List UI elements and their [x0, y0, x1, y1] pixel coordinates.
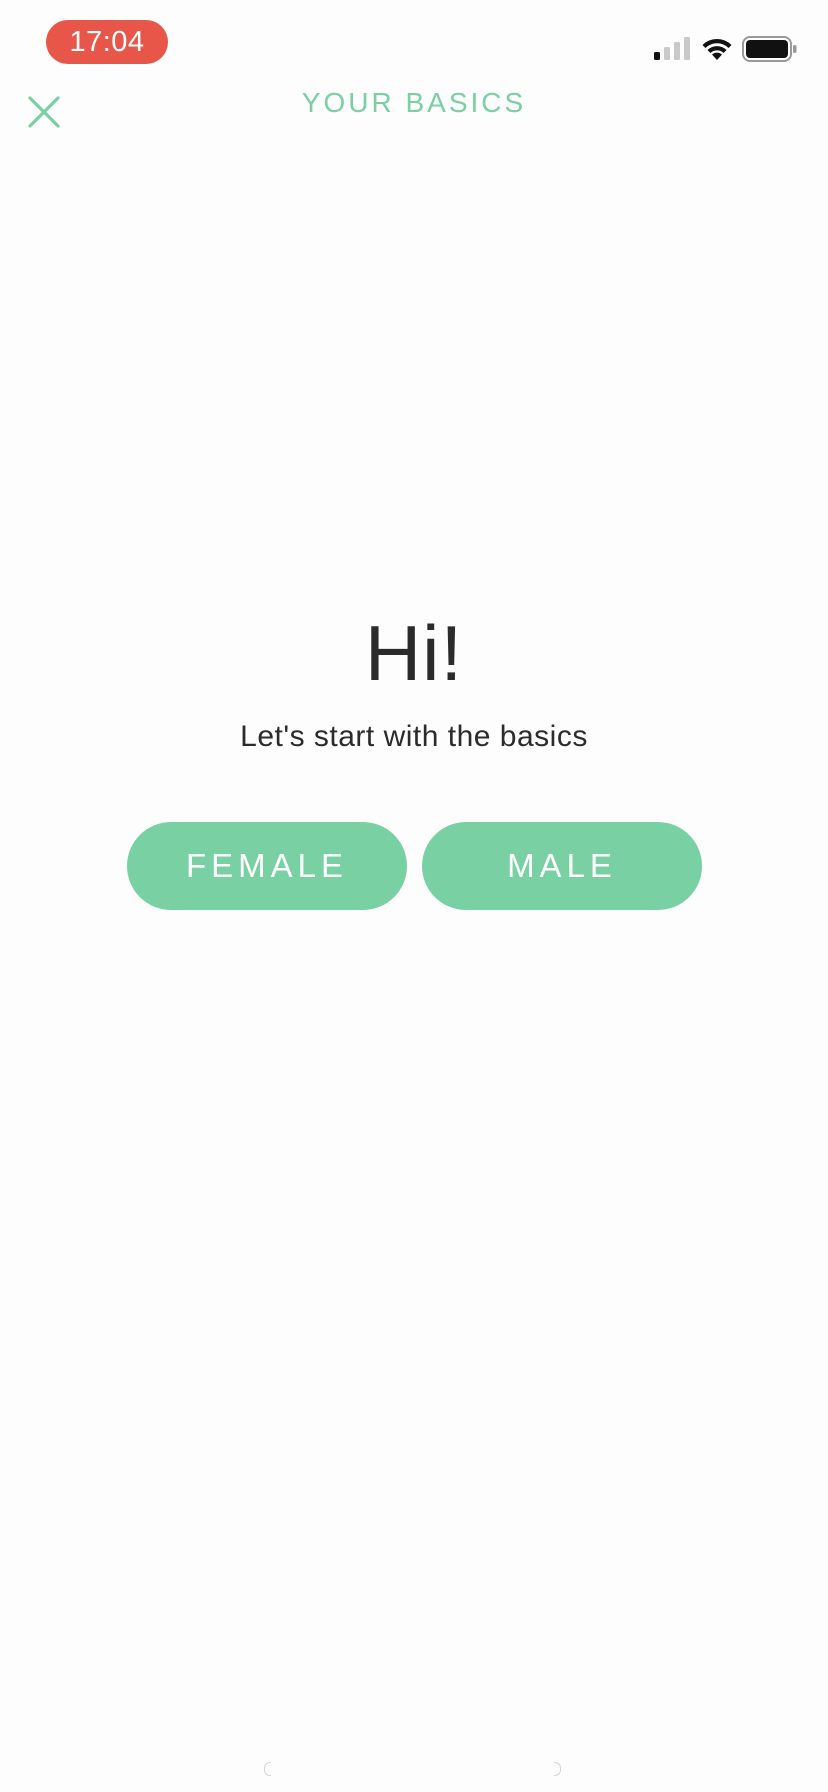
greeting-subtitle: Let's start with the basics — [240, 720, 588, 753]
home-indicator-right — [554, 1762, 561, 1776]
status-time: 17:04 — [46, 20, 168, 64]
male-button[interactable]: MALE — [422, 822, 702, 910]
page-title: YOUR BASICS — [301, 87, 527, 118]
status-bar: 17:04 — [0, 0, 828, 80]
signal-icon — [654, 37, 690, 60]
home-indicator-left — [264, 1762, 271, 1776]
greeting-heading: Hi! — [364, 609, 464, 697]
female-button[interactable]: FEMALE — [127, 822, 407, 910]
wifi-icon — [702, 38, 732, 60]
battery-icon — [742, 36, 797, 62]
nav-bar: YOUR BASICS — [0, 80, 828, 150]
screen: 17:04 YOUR BASICS Hi! Let's start with t… — [0, 0, 828, 1792]
